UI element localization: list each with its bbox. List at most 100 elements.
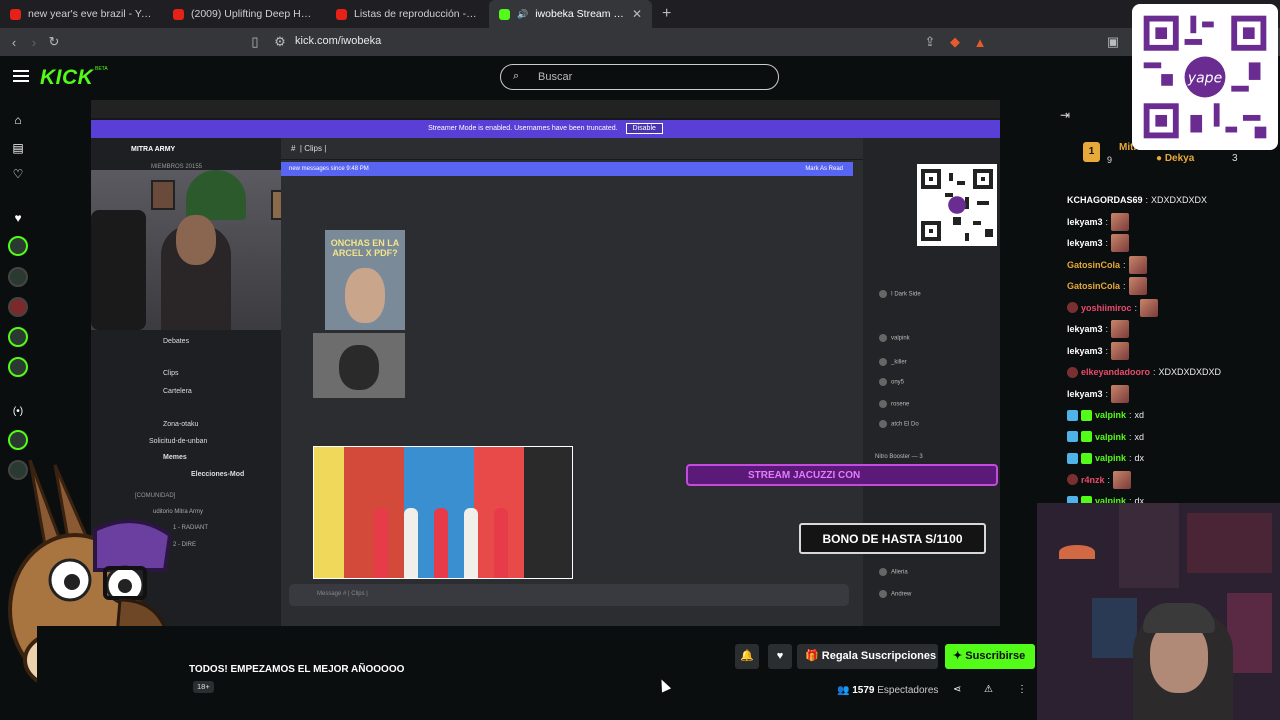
- kick-header: KICK BETA ⌕ Buscar: [0, 56, 1280, 100]
- new-tab-button[interactable]: +: [652, 5, 681, 23]
- member-item[interactable]: Andrew: [879, 590, 911, 598]
- subscribe-button[interactable]: ✦ Suscribirse: [945, 644, 1035, 669]
- browse-icon[interactable]: ▤: [8, 138, 28, 158]
- channel-item[interactable]: Debates: [163, 338, 189, 345]
- channel-item[interactable]: Solicitud-de-unban: [149, 438, 207, 445]
- discord-message-input[interactable]: Message # | Clips |: [289, 584, 849, 606]
- report-icon[interactable]: ⚠: [984, 684, 993, 695]
- chat-username[interactable]: lekyam3: [1067, 238, 1103, 248]
- address-bar: ‹ › ↻ ▯ ⚙ kick.com/iwobeka ⇪ ◆ ▲ ▣: [0, 28, 1280, 56]
- chat-message: lekyam3:: [1067, 384, 1130, 403]
- streamer-facecam: [1037, 503, 1280, 720]
- chat-username[interactable]: GatosinCola: [1067, 260, 1120, 270]
- notification-bell-button[interactable]: 🔔: [735, 644, 759, 669]
- chat-username[interactable]: GatosinCola: [1067, 281, 1120, 291]
- url-field[interactable]: kick.com/iwobeka: [295, 35, 381, 47]
- more-options-icon[interactable]: ⋮: [1017, 684, 1027, 695]
- chat-separator: :: [1105, 216, 1109, 227]
- chat-username[interactable]: lekyam3: [1067, 324, 1103, 334]
- mark-read-button[interactable]: Mark As Read: [805, 166, 843, 172]
- rewards-icon[interactable]: ▲: [970, 35, 990, 50]
- reload-icon[interactable]: ↻: [44, 34, 64, 50]
- speaker-icon[interactable]: 🔊: [517, 9, 528, 20]
- video-player[interactable]: Streamer Mode is enabled. Usernames have…: [91, 100, 1000, 626]
- home-icon[interactable]: ⌂: [8, 110, 28, 130]
- stream-promo-banner: STREAM JACUZZI CON: [686, 464, 998, 486]
- streamer-mode-bar: Streamer Mode is enabled. Usernames have…: [91, 120, 1000, 138]
- chat-username[interactable]: lekyam3: [1067, 346, 1103, 356]
- channel-avatar[interactable]: [8, 236, 28, 256]
- channel-item[interactable]: Cartelera: [163, 388, 192, 395]
- follow-heart-button[interactable]: ♥: [768, 644, 792, 669]
- collapse-chat-icon[interactable]: ⇥: [1060, 108, 1070, 122]
- channel-avatar[interactable]: [8, 357, 28, 377]
- chat-username[interactable]: valpink: [1095, 453, 1126, 463]
- browser-tab-active[interactable]: 🔊iwobeka Stream - Watch Live✕: [489, 0, 652, 28]
- member-item[interactable]: _killer: [879, 358, 907, 366]
- share-icon[interactable]: ⇪: [920, 34, 940, 50]
- chat-username[interactable]: lekyam3: [1067, 217, 1103, 227]
- chat-message: GatosinCola:: [1067, 255, 1147, 274]
- channel-avatar[interactable]: [8, 267, 28, 287]
- chat-separator: :: [1129, 453, 1132, 463]
- disable-button[interactable]: Disable: [625, 123, 663, 134]
- channel-item[interactable]: Zona-otaku: [163, 421, 198, 428]
- viewer-count: 👥 1579 Espectadores: [837, 685, 939, 696]
- chat-username[interactable]: yoshiimiroc: [1081, 303, 1132, 313]
- chat-separator: :: [1123, 259, 1126, 270]
- channel-item[interactable]: Clips: [163, 370, 179, 377]
- chat-username[interactable]: valpink: [1095, 410, 1126, 420]
- channel-avatar[interactable]: [8, 297, 28, 317]
- live-icon[interactable]: (•): [8, 402, 28, 422]
- favorites-icon[interactable]: ♥: [8, 208, 28, 228]
- leaderboard-entry-2: ● Dekya: [1156, 153, 1195, 164]
- member-item[interactable]: rosene: [879, 400, 909, 408]
- chat-emote: [1111, 320, 1130, 338]
- user-badge-icon: [1067, 431, 1078, 442]
- chat-emote: [1128, 277, 1147, 295]
- embedded-video-thumbnail[interactable]: [313, 446, 573, 579]
- chat-text: XDXDXDXDXD: [1158, 367, 1222, 377]
- menu-icon[interactable]: [13, 70, 29, 82]
- forward-icon[interactable]: ›: [24, 35, 44, 50]
- new-messages-bar[interactable]: new messages since 9:48 PM Mark As Read: [281, 162, 853, 176]
- following-icon[interactable]: ♡: [8, 164, 28, 184]
- back-icon[interactable]: ‹: [4, 35, 24, 50]
- member-category: Nitro Booster — 3: [875, 454, 923, 460]
- chat-username[interactable]: r4nzk: [1081, 475, 1105, 485]
- chat-emote: [1113, 470, 1132, 489]
- browser-tab[interactable]: (2009) Uplifting Deep House & Tranc: [163, 0, 326, 28]
- sidebar-toggle-icon[interactable]: ▣: [1103, 34, 1123, 50]
- yape-qr-code: yape: [1132, 4, 1278, 150]
- brave-shield-icon[interactable]: ◆: [945, 34, 965, 50]
- youtube-icon: [10, 8, 21, 20]
- channel-avatar[interactable]: [8, 327, 28, 347]
- chat-username[interactable]: elkeyandadooro: [1081, 367, 1150, 377]
- search-input[interactable]: ⌕ Buscar: [500, 64, 779, 90]
- kick-logo[interactable]: KICK: [40, 66, 93, 90]
- member-item[interactable]: I Dark Side: [879, 290, 921, 298]
- chat-username[interactable]: lekyam3: [1067, 389, 1103, 399]
- chat-separator: :: [1134, 302, 1138, 313]
- site-info-icon[interactable]: ⚙: [270, 34, 290, 50]
- member-item[interactable]: atch El Do: [879, 420, 919, 428]
- lamp: [1059, 545, 1095, 559]
- chat-message: valpink: xd: [1067, 428, 1144, 446]
- close-tab-icon[interactable]: ✕: [632, 7, 642, 21]
- chat-username[interactable]: KCHAGORDAS69: [1067, 195, 1143, 205]
- chat-message: yoshiimiroc:: [1067, 298, 1159, 317]
- share-icon[interactable]: ⋖: [953, 684, 961, 695]
- browser-tab[interactable]: new year's eve brazil - YouTube: [0, 0, 163, 28]
- meme-image-2: [313, 333, 405, 398]
- chat-text: xd: [1134, 410, 1145, 420]
- browser-tab[interactable]: Listas de reproducción - YouTube: [326, 0, 489, 28]
- member-item[interactable]: Alleria: [879, 568, 908, 576]
- user-badge-icon: [1067, 302, 1078, 313]
- gift-subs-button[interactable]: 🎁 Regala Suscripciones: [797, 644, 938, 669]
- member-item[interactable]: valpink: [879, 334, 910, 342]
- chat-username[interactable]: valpink: [1095, 432, 1126, 442]
- member-item[interactable]: ony5: [879, 378, 904, 386]
- channel-avatar[interactable]: [8, 430, 28, 450]
- chat-message: elkeyandadooro: XDXDXDXDXD: [1067, 363, 1221, 381]
- bookmark-icon[interactable]: ▯: [245, 34, 265, 50]
